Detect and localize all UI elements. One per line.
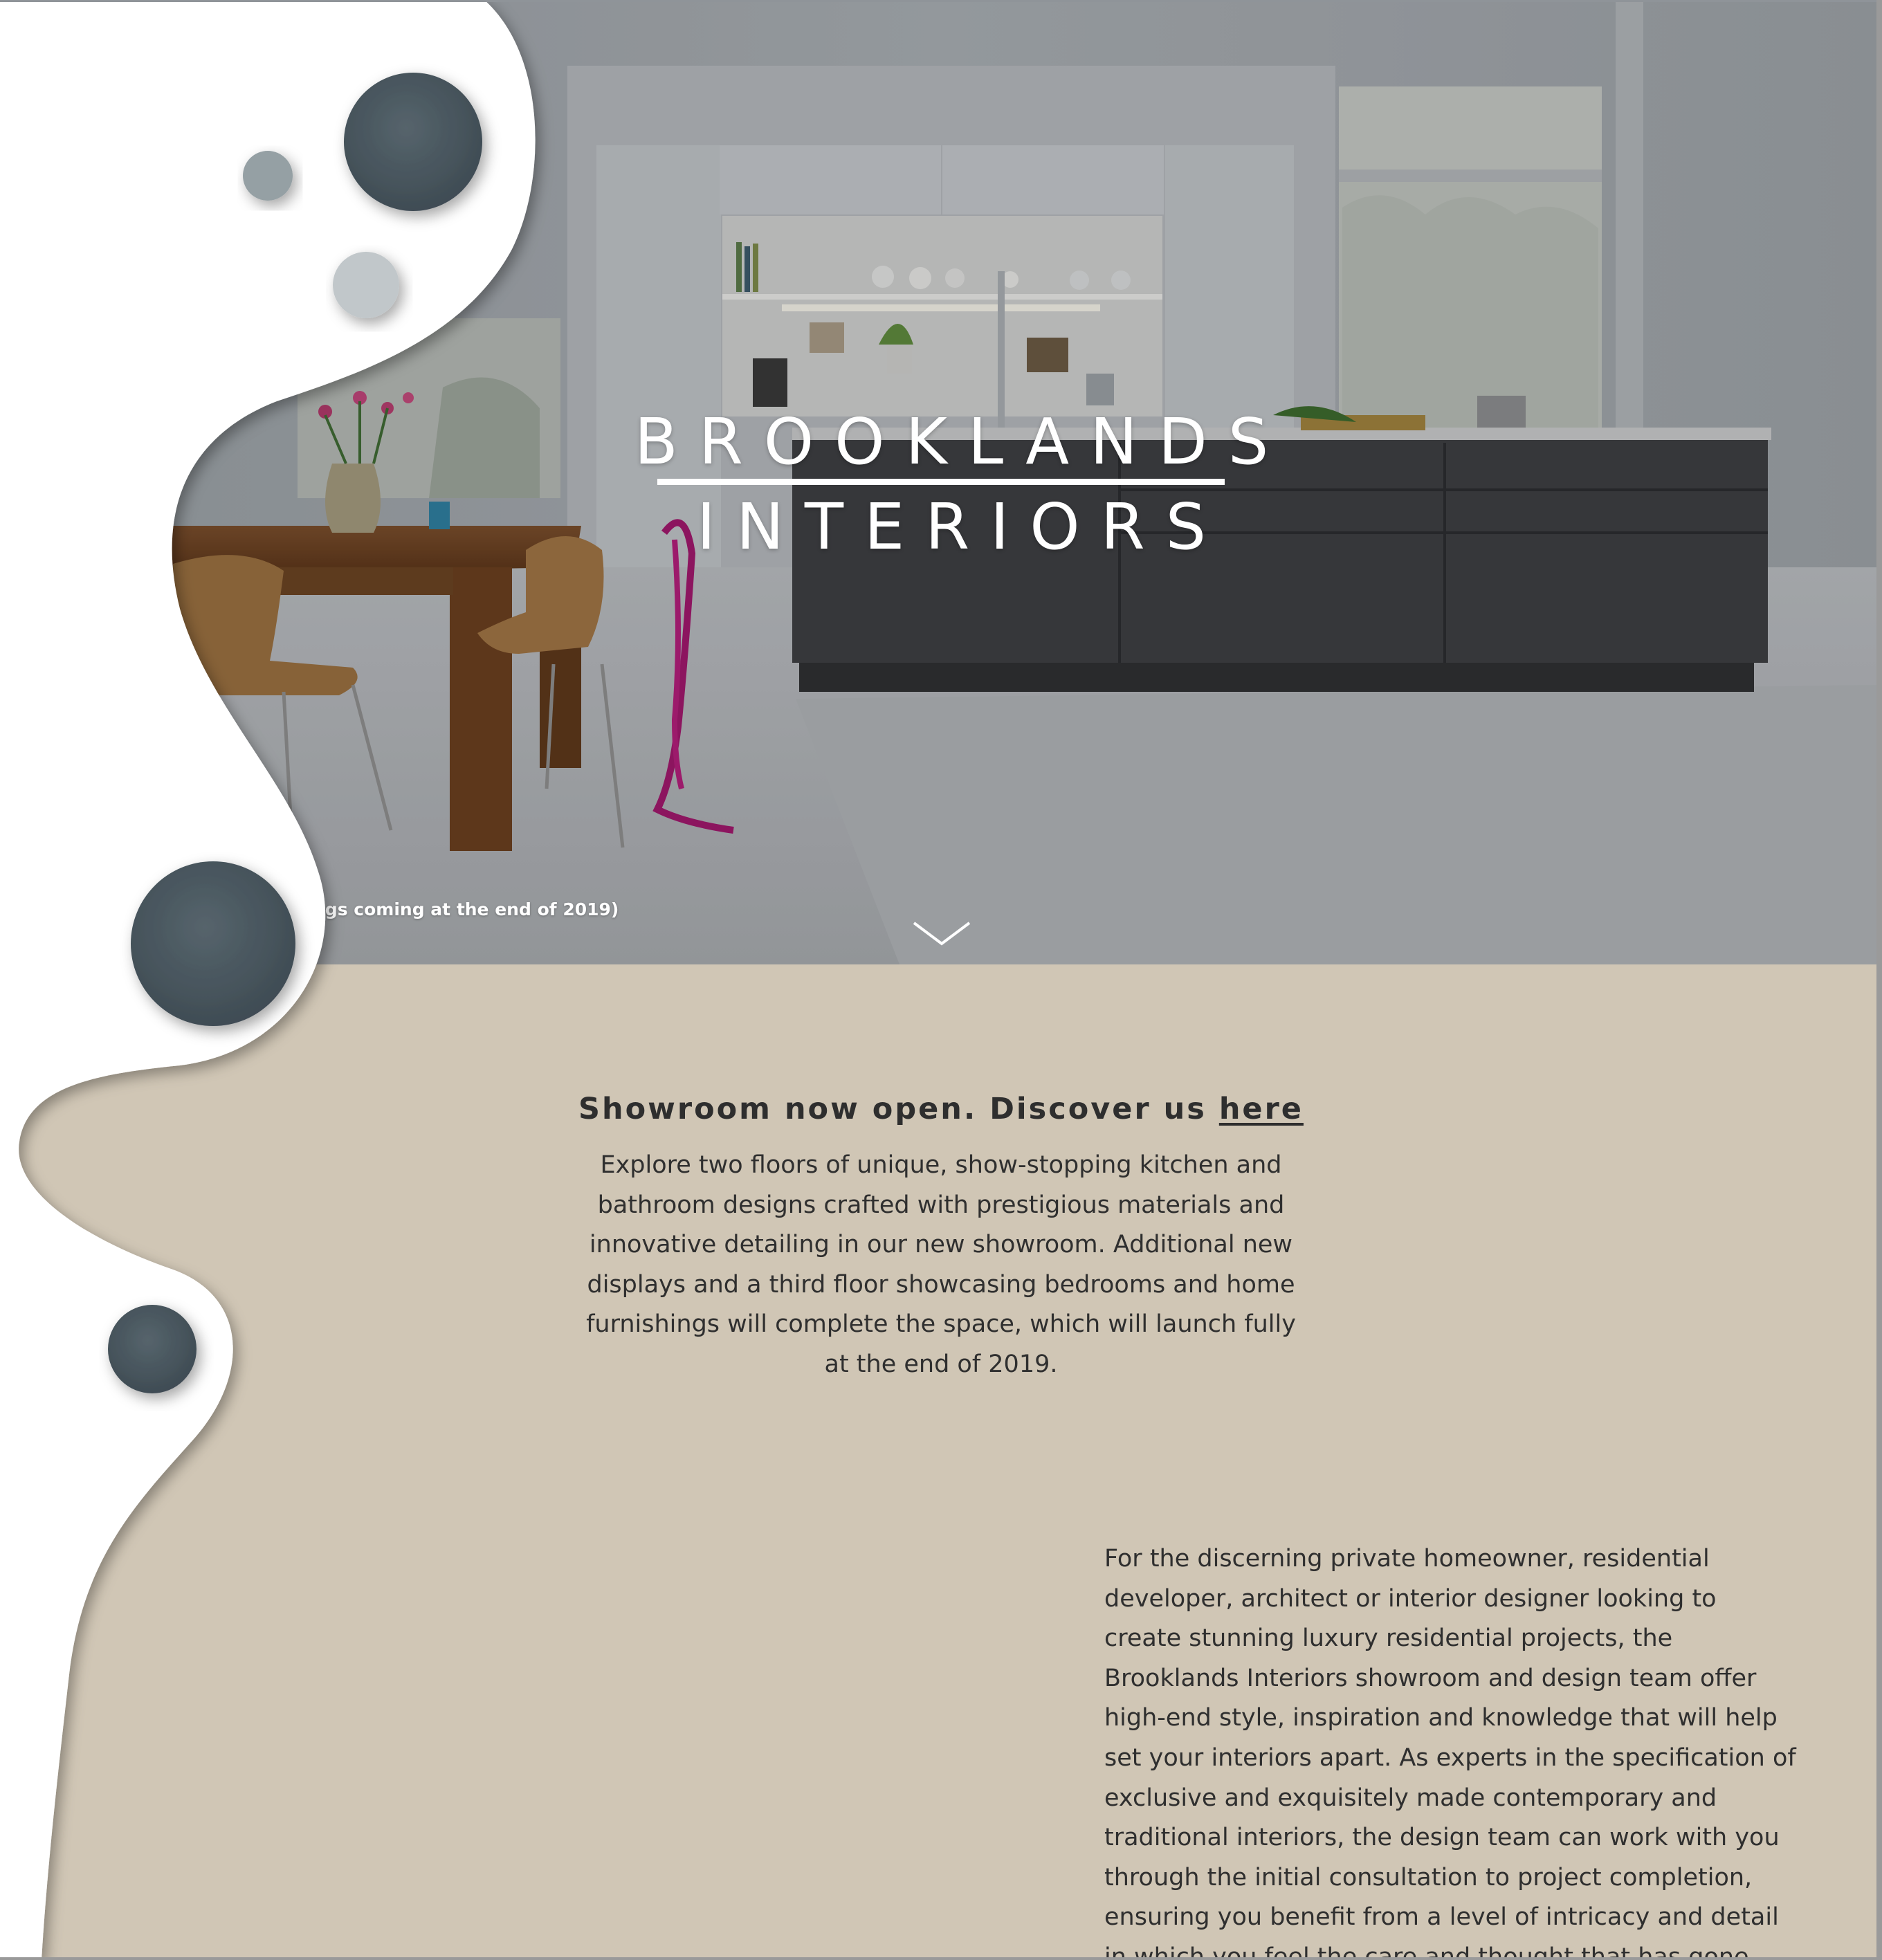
showroom-headline-text: Showroom now open. Discover us xyxy=(578,1092,1219,1126)
brand-divider xyxy=(657,479,1225,485)
about-description: For the discerning private homeowner, re… xyxy=(1104,1545,1796,1960)
hero-caption: ngs coming at the end of 2019) xyxy=(313,899,619,919)
discover-here-link[interactable]: here xyxy=(1219,1092,1304,1126)
brand-name-line2[interactable]: INTERIORS xyxy=(0,490,1882,564)
showroom-description: Explore two floors of unique, show-stopp… xyxy=(586,1151,1296,1378)
page: BROOKLANDS INTERIORS ngs coming at the e… xyxy=(0,0,1882,1960)
chevron-down-icon[interactable] xyxy=(912,920,971,948)
hero-banner: BROOKLANDS INTERIORS ngs coming at the e… xyxy=(0,0,1882,964)
brand-name-line1[interactable]: BROOKLANDS xyxy=(0,405,1882,479)
frame-right-edge xyxy=(1876,0,1882,1960)
showroom-headline: Showroom now open. Discover us here xyxy=(526,1092,1356,1126)
frame-bottom-edge xyxy=(0,1957,1882,1960)
frame-top-edge xyxy=(0,0,1882,2)
